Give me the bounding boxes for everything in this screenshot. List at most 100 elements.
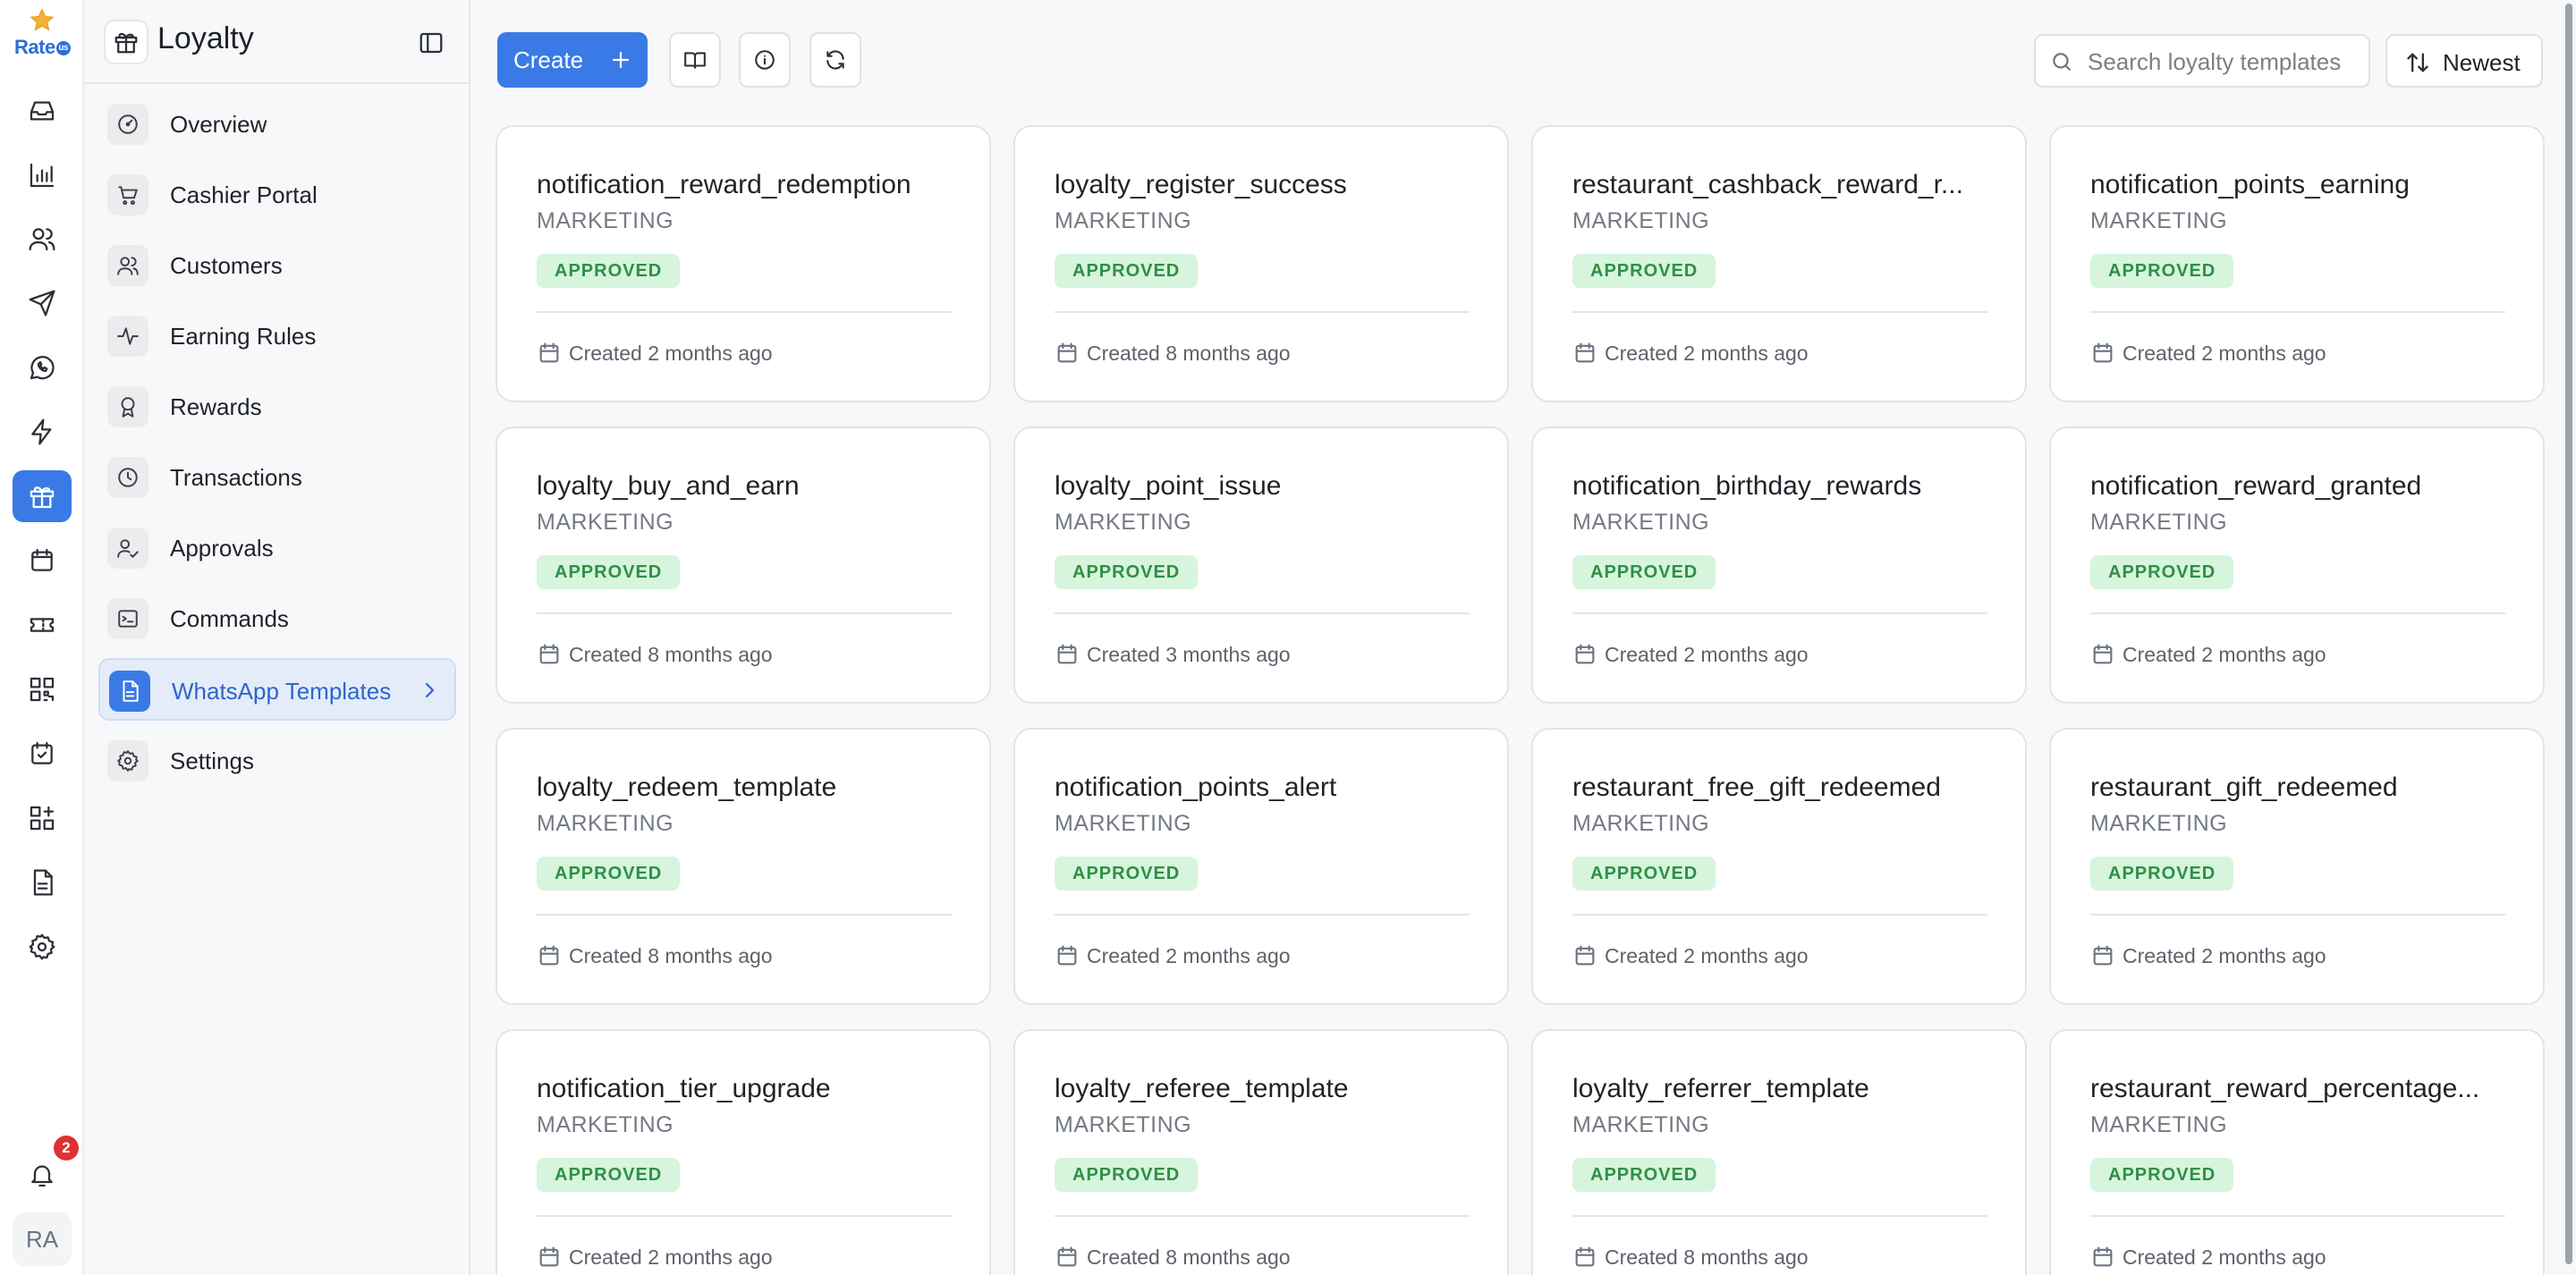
rail-loyalty[interactable]: [13, 470, 72, 522]
template-name: loyalty_register_success: [1055, 170, 1347, 199]
ticket-icon: [30, 618, 55, 632]
section-sidebar: Loyalty Overview Cashier Portal Customer…: [84, 0, 470, 1275]
scrollbar-thumb[interactable]: [2565, 4, 2572, 1264]
status-badge: APPROVED: [2090, 857, 2234, 891]
created-meta: Created 8 months ago: [1572, 1242, 1809, 1272]
template-name: loyalty_referee_template: [1055, 1074, 1349, 1103]
rail-qr[interactable]: [13, 663, 72, 715]
search-input[interactable]: [2088, 45, 2361, 79]
status-badge: APPROVED: [1572, 857, 1716, 891]
card-divider: [2090, 914, 2505, 916]
template-name: notification_reward_granted: [2090, 471, 2422, 501]
sidebar-item-label: Rewards: [170, 393, 262, 420]
rail-inbox[interactable]: [13, 85, 72, 137]
template-category: MARKETING: [1572, 208, 1710, 233]
template-name: notification_reward_redemption: [537, 170, 911, 199]
docs-button[interactable]: [669, 32, 721, 88]
sidebar-item-transactions[interactable]: Transactions: [98, 446, 456, 509]
calendar-icon: [1057, 945, 1077, 966]
sidebar-item-customers[interactable]: Customers: [98, 234, 456, 297]
template-card[interactable]: restaurant_cashback_reward_r... MARKETING…: [1531, 125, 2027, 402]
sidebar-item-label: Transactions: [170, 464, 302, 491]
sidebar-toggle-icon: [419, 32, 443, 54]
created-text: Created 2 months ago: [2123, 1245, 2326, 1269]
sidebar-item-settings[interactable]: Settings: [98, 730, 456, 792]
info-icon: [755, 50, 775, 70]
rail-contacts[interactable]: [13, 213, 72, 265]
template-card[interactable]: loyalty_buy_and_earn MARKETING APPROVED Cre…: [496, 426, 991, 704]
rail-calendar[interactable]: [13, 535, 72, 587]
sidebar-item-rewards[interactable]: Rewards: [98, 376, 456, 438]
created-meta: Created 2 months ago: [537, 338, 773, 368]
status-badge: APPROVED: [1572, 254, 1716, 288]
rail-automations[interactable]: [13, 406, 72, 458]
template-card[interactable]: restaurant_gift_redeemed MARKETING APPROVE…: [2049, 728, 2545, 1005]
card-divider: [537, 612, 952, 614]
rail-bookings[interactable]: [13, 728, 72, 780]
sidebar-item-overview[interactable]: Overview: [98, 93, 456, 156]
rail-analytics[interactable]: [13, 149, 72, 201]
template-card[interactable]: notification_birthday_rewards MARKETING AP…: [1531, 426, 2027, 704]
rail-reports[interactable]: [13, 857, 72, 908]
app-logo[interactable]: Rate us: [13, 7, 72, 61]
card-divider: [537, 311, 952, 313]
rail-whatsapp[interactable]: [13, 342, 72, 393]
gauge-icon: [107, 104, 148, 145]
sidebar-item-commands[interactable]: Commands: [98, 587, 456, 650]
calendar-icon: [2093, 1246, 2113, 1267]
status-badge: APPROVED: [1055, 857, 1199, 891]
template-card[interactable]: notification_points_earning MARKETING APPR…: [2049, 125, 2545, 402]
template-name: loyalty_point_issue: [1055, 471, 1282, 501]
status-badge: APPROVED: [537, 254, 681, 288]
template-name: notification_points_earning: [2090, 170, 2410, 199]
whatsapp-icon: [30, 356, 55, 380]
created-text: Created 2 months ago: [2123, 642, 2326, 666]
template-card[interactable]: loyalty_point_issue MARKETING APPROVED Crea…: [1013, 426, 1509, 704]
template-card[interactable]: notification_reward_granted MARKETING APPR…: [2049, 426, 2545, 704]
calendar-icon: [1575, 945, 1595, 966]
template-card[interactable]: notification_tier_upgrade MARKETING APPROV…: [496, 1029, 991, 1275]
collapse-sidebar-button[interactable]: [411, 23, 451, 63]
created-meta: Created 2 months ago: [537, 1242, 773, 1272]
page-scrollbar[interactable]: [2563, 0, 2574, 1275]
rail-integrations[interactable]: [13, 792, 72, 844]
rail-settings[interactable]: [13, 921, 72, 973]
template-category: MARKETING: [1055, 208, 1192, 233]
template-card[interactable]: restaurant_reward_percentage... MARKETING…: [2049, 1029, 2545, 1275]
template-card[interactable]: restaurant_free_gift_redeemed MARKETING AP…: [1531, 728, 2027, 1005]
rail-coupons[interactable]: [13, 599, 72, 651]
template-card[interactable]: loyalty_referrer_template MARKETING APPROV…: [1531, 1029, 2027, 1275]
search-field[interactable]: [2034, 34, 2370, 88]
template-category: MARKETING: [1572, 811, 1710, 836]
template-card[interactable]: notification_points_alert MARKETING APPROV…: [1013, 728, 1509, 1005]
section-icon-box: [104, 20, 148, 64]
calendar-icon: [2093, 342, 2113, 363]
plus-icon: [612, 51, 630, 69]
created-meta: Created 2 months ago: [2090, 639, 2326, 670]
template-card[interactable]: loyalty_referee_template MARKETING APPROVE…: [1013, 1029, 1509, 1275]
created-meta: Created 8 months ago: [1055, 338, 1291, 368]
card-divider: [1572, 612, 1987, 614]
rail-campaigns[interactable]: [13, 277, 72, 329]
template-card[interactable]: notification_reward_redemption MARKETING A…: [496, 125, 991, 402]
refresh-button[interactable]: [809, 32, 861, 88]
info-button[interactable]: [739, 32, 791, 88]
document-icon: [33, 869, 53, 896]
bar-chart-icon: [30, 163, 55, 188]
create-button[interactable]: Create: [497, 32, 648, 88]
avatar[interactable]: RA: [13, 1212, 72, 1266]
users-icon: [107, 245, 148, 286]
sort-button[interactable]: Newest: [2385, 34, 2543, 88]
status-badge: APPROVED: [1055, 555, 1199, 589]
created-meta: Created 2 months ago: [1055, 941, 1291, 971]
template-card[interactable]: loyalty_register_success MARKETING APPROVE…: [1013, 125, 1509, 402]
sidebar-item-cashier-portal[interactable]: Cashier Portal: [98, 164, 456, 226]
sidebar-item-earning-rules[interactable]: Earning Rules: [98, 305, 456, 367]
created-text: Created 2 months ago: [569, 341, 773, 365]
notification-count-badge: 2: [54, 1136, 79, 1161]
template-card[interactable]: loyalty_redeem_template MARKETING APPROVED…: [496, 728, 991, 1005]
calendar-window-icon: [31, 548, 53, 571]
star-icon: [30, 8, 55, 31]
sidebar-item-approvals[interactable]: Approvals: [98, 517, 456, 579]
sidebar-item-whatsapp-templates[interactable]: WhatsApp Templates: [98, 658, 456, 721]
